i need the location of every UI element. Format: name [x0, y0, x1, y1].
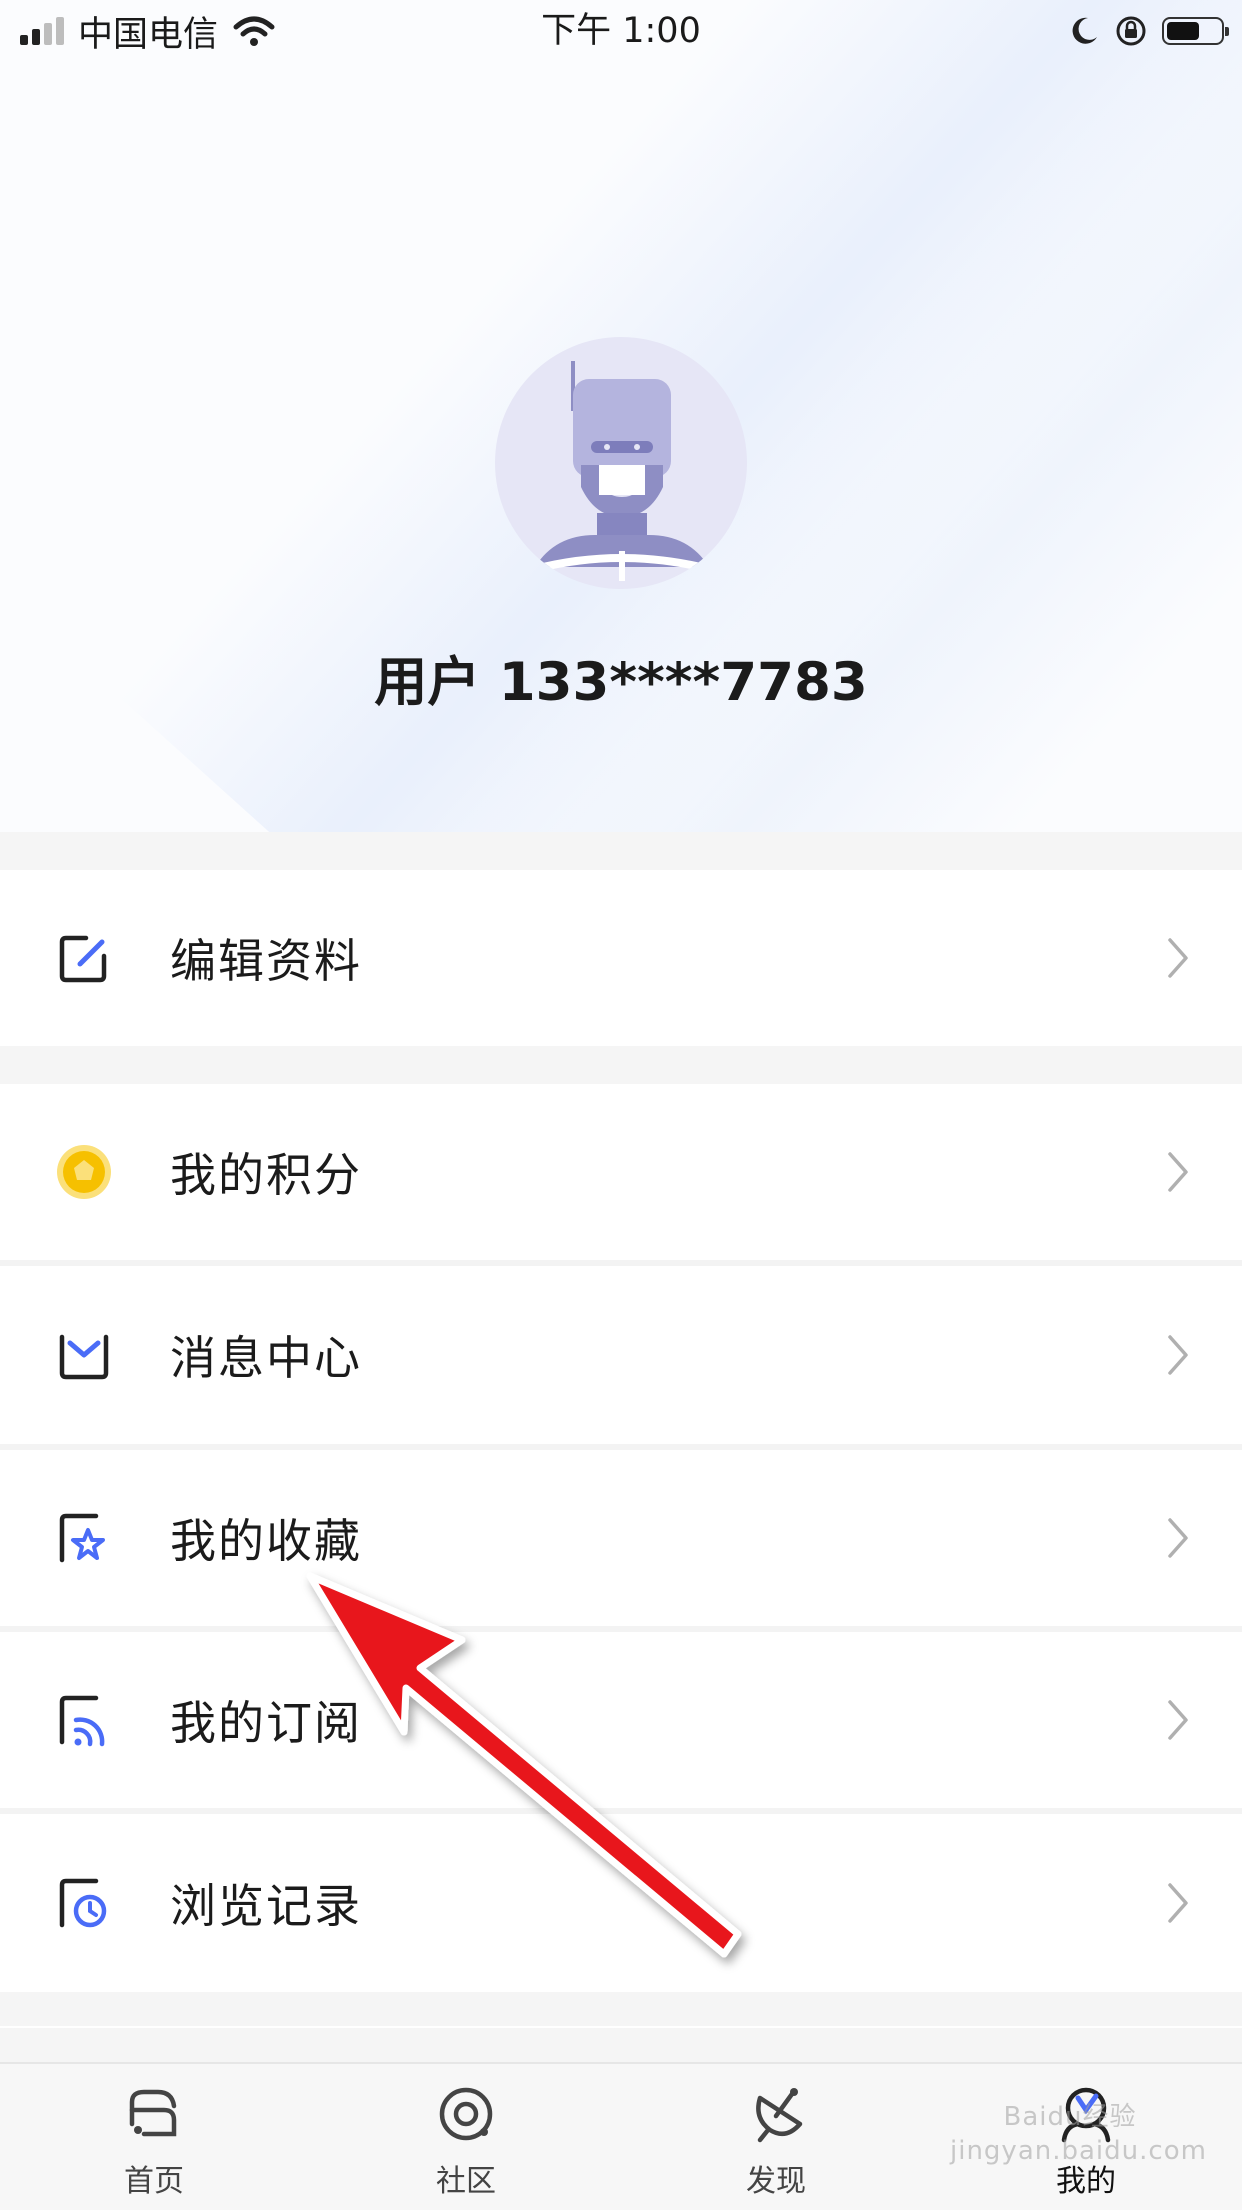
tab-label: 首页 — [124, 2164, 184, 2199]
bottom-tab-bar: 首页 社区 发现 我的 Baidu经验 jingyan.baidu.com — [0, 2062, 1242, 2210]
username: 用户 133****7783 — [374, 652, 868, 713]
community-icon — [439, 2087, 493, 2141]
chevron-right-icon — [1168, 1335, 1188, 1375]
rotation-lock-icon — [1116, 16, 1146, 46]
menu-item-points[interactable]: 我的积分 — [0, 1084, 1242, 1260]
menu-item-history[interactable]: 浏览记录 — [0, 1814, 1242, 1992]
menu-label: 我的收藏 — [170, 1514, 362, 1568]
tab-label: 发现 — [746, 2164, 806, 2199]
chevron-right-icon — [1168, 1152, 1188, 1192]
star-icon — [59, 1513, 105, 1563]
menu-item-edit-profile[interactable]: 编辑资料 — [0, 870, 1242, 1046]
avatar-robot-icon — [534, 361, 710, 581]
tab-home[interactable]: 首页 — [54, 2064, 254, 2210]
chevron-right-icon — [1168, 1883, 1188, 1923]
satellite-icon — [756, 2088, 803, 2143]
section-gap — [0, 1046, 1242, 1084]
menu-item-subscriptions[interactable]: 我的订阅 — [0, 1632, 1242, 1808]
menu-label: 编辑资料 — [170, 934, 362, 988]
watermark: Baidu经验 jingyan.baidu.com — [950, 2102, 1207, 2166]
moon-icon — [1072, 17, 1097, 44]
avatar[interactable] — [495, 337, 747, 589]
menu-label: 我的订阅 — [170, 1696, 362, 1750]
tab-label: 社区 — [436, 2164, 496, 2199]
coin-icon — [57, 1145, 111, 1199]
menu-label: 我的积分 — [170, 1148, 362, 1202]
edit-icon — [59, 935, 107, 983]
menu-item-favorites[interactable]: 我的收藏 — [0, 1450, 1242, 1626]
chevron-right-icon — [1168, 1700, 1188, 1740]
home-icon — [129, 2089, 177, 2137]
tab-discover[interactable]: 发现 — [676, 2064, 876, 2210]
clock-icon — [59, 1878, 107, 1928]
divider — [0, 2026, 1242, 2028]
chevron-right-icon — [1168, 1518, 1188, 1558]
tab-community[interactable]: 社区 — [366, 2064, 566, 2210]
rss-icon — [59, 1695, 105, 1747]
chevron-right-icon — [1168, 938, 1188, 978]
status-time: 下午 1:00 — [541, 11, 701, 51]
battery-icon — [1162, 17, 1229, 45]
status-bar: 中国电信 下午 1:00 — [0, 0, 1242, 62]
menu-label: 浏览记录 — [170, 1879, 362, 1933]
menu-item-messages[interactable]: 消息中心 — [0, 1266, 1242, 1444]
inbox-icon — [59, 1334, 109, 1380]
section-gap — [0, 832, 1242, 870]
menu-label: 消息中心 — [170, 1331, 362, 1385]
